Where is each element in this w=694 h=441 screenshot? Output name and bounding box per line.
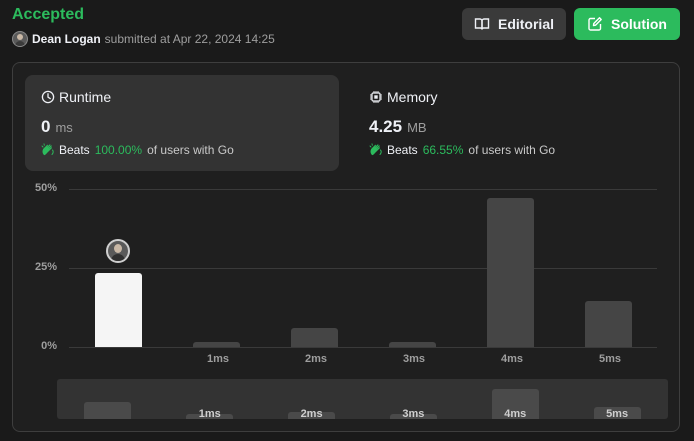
chart-gridline: [69, 189, 657, 190]
x-tick-label: 1ms: [206, 353, 230, 365]
x-tick-label: 3ms: [402, 353, 426, 365]
submission-info: Dean Logan submitted at Apr 22, 2024 14:…: [12, 30, 275, 48]
navigator-tick-label: 2ms: [300, 408, 323, 419]
chart-gridline: [69, 347, 657, 348]
chart-bar-5ms[interactable]: [584, 301, 632, 347]
x-tick-label: 2ms: [304, 353, 328, 365]
y-tick-label: 50%: [34, 182, 57, 194]
navigator-tick-label: 1ms: [198, 408, 221, 419]
navigator-tick-label: 3ms: [402, 408, 425, 419]
navigator-tick-label: 4ms: [504, 408, 527, 419]
chart-bar-3ms[interactable]: [388, 342, 436, 347]
editorial-label: Editorial: [497, 16, 554, 32]
edit-square-icon: [588, 17, 602, 31]
x-tick-label: 4ms: [500, 353, 524, 365]
user-name-link[interactable]: Dean Logan: [32, 32, 101, 46]
editorial-button[interactable]: Editorial: [462, 8, 566, 40]
chart-range-navigator[interactable]: 1ms 2ms 3ms 4ms 5ms: [57, 379, 668, 419]
submission-status: Accepted: [12, 6, 85, 23]
x-tick-label: 5ms: [598, 353, 622, 365]
chart-bar-1ms[interactable]: [192, 342, 240, 347]
navigator-bar-0ms: [84, 401, 132, 419]
your-submission-avatar-marker: [106, 238, 130, 263]
solution-button[interactable]: Solution: [574, 8, 680, 40]
y-tick-label: 25%: [34, 261, 57, 273]
performance-panel: Runtime 0 ms Beats 100.00% of users with…: [12, 62, 680, 432]
user-avatar[interactable]: [12, 31, 28, 47]
submitted-at-text: submitted at Apr 22, 2024 14:25: [104, 32, 275, 46]
runtime-distribution-chart[interactable]: 0% 25% 50% 1ms 2ms 3ms 4ms 5ms: [13, 63, 681, 433]
book-open-icon: [474, 18, 490, 30]
chart-gridline: [69, 268, 657, 269]
chart-bar-0ms[interactable]: [94, 272, 142, 347]
y-tick-label: 0%: [41, 340, 57, 352]
chart-bar-4ms[interactable]: [486, 198, 534, 347]
navigator-tick-label: 5ms: [606, 408, 629, 419]
chart-bar-2ms[interactable]: [290, 328, 338, 347]
solution-label: Solution: [611, 16, 667, 32]
